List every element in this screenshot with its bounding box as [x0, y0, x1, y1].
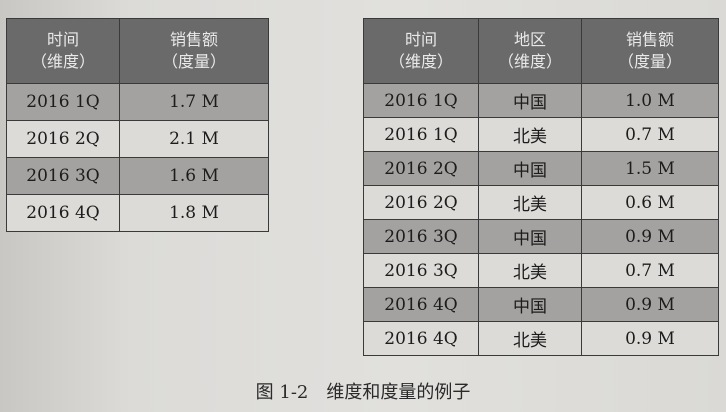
table-row: 2016 1Q 北美 0.7 M — [363, 117, 719, 152]
cell-time: 2016 3Q — [363, 219, 479, 254]
table-row: 2016 2Q 北美 0.6 M — [363, 185, 719, 220]
cell-sales: 1.8 M — [119, 194, 269, 232]
cell-time: 2016 1Q — [6, 83, 120, 121]
cell-sales: 1.5 M — [581, 151, 719, 186]
cell-time: 2016 4Q — [363, 321, 479, 356]
figure-title: 维度和度量的例子 — [326, 382, 471, 403]
header-time: 时间 （维度） — [363, 18, 479, 84]
cell-region: 中国 — [478, 219, 582, 254]
figure-caption: 图 1-2 维度和度量的例子 — [0, 378, 726, 404]
header-line: 时间 — [46, 30, 79, 49]
table-row: 2016 1Q 中国 1.0 M — [363, 83, 719, 118]
cell-sales: 0.7 M — [581, 253, 719, 288]
header-line: 时间 — [404, 30, 437, 49]
header-time: 时间 （维度） — [6, 18, 120, 84]
table-row: 2016 3Q 中国 0.9 M — [363, 219, 719, 254]
figure-number: 图 1-2 — [255, 382, 309, 403]
header-line: （度量） — [161, 52, 226, 71]
cell-region: 北美 — [478, 321, 582, 356]
cell-time: 2016 4Q — [363, 287, 479, 322]
table-row: 2016 1Q 1.7 M — [6, 83, 269, 121]
cell-sales: 1.6 M — [119, 157, 269, 195]
cell-time: 2016 3Q — [6, 157, 120, 195]
header-line: （度量） — [617, 52, 682, 71]
header-line: （维度） — [30, 52, 95, 71]
header-line: 销售额 — [169, 30, 218, 49]
time-sales-table: 时间 （维度） 销售额 （度量） 2016 1Q 1.7 M 2016 2Q 2… — [6, 18, 269, 232]
cell-time: 2016 1Q — [363, 83, 479, 118]
table-header-row: 时间 （维度） 地区 （维度） 销售额 （度量） — [363, 18, 719, 84]
header-sales: 销售额 （度量） — [119, 18, 269, 84]
header-region: 地区 （维度） — [478, 18, 582, 84]
cell-region: 中国 — [478, 151, 582, 186]
table-row: 2016 4Q 北美 0.9 M — [363, 321, 719, 356]
cell-sales: 0.6 M — [581, 185, 719, 220]
cell-region: 北美 — [478, 117, 582, 152]
cell-time: 2016 2Q — [363, 185, 479, 220]
table-row: 2016 2Q 2.1 M — [6, 120, 269, 158]
cell-region: 中国 — [478, 287, 582, 322]
table-header-row: 时间 （维度） 销售额 （度量） — [6, 18, 269, 84]
header-line: 地区 — [513, 30, 546, 49]
header-sales: 销售额 （度量） — [581, 18, 719, 84]
header-line: 销售额 — [625, 30, 674, 49]
table-row: 2016 4Q 中国 0.9 M — [363, 287, 719, 322]
table-row: 2016 4Q 1.8 M — [6, 194, 269, 232]
cell-sales: 1.0 M — [581, 83, 719, 118]
header-line: （维度） — [497, 52, 562, 71]
time-region-sales-table: 时间 （维度） 地区 （维度） 销售额 （度量） 2016 1Q 中国 1.0 … — [363, 18, 719, 356]
cell-sales: 2.1 M — [119, 120, 269, 158]
cell-sales: 0.9 M — [581, 321, 719, 356]
table-row: 2016 3Q 1.6 M — [6, 157, 269, 195]
cell-region: 北美 — [478, 185, 582, 220]
cell-region: 中国 — [478, 83, 582, 118]
cell-time: 2016 1Q — [363, 117, 479, 152]
table-row: 2016 3Q 北美 0.7 M — [363, 253, 719, 288]
header-line: （维度） — [388, 52, 453, 71]
cell-sales: 0.9 M — [581, 219, 719, 254]
cell-time: 2016 3Q — [363, 253, 479, 288]
cell-sales: 0.7 M — [581, 117, 719, 152]
cell-sales: 1.7 M — [119, 83, 269, 121]
cell-time: 2016 2Q — [6, 120, 120, 158]
cell-time: 2016 2Q — [363, 151, 479, 186]
table-row: 2016 2Q 中国 1.5 M — [363, 151, 719, 186]
cell-time: 2016 4Q — [6, 194, 120, 232]
cell-region: 北美 — [478, 253, 582, 288]
cell-sales: 0.9 M — [581, 287, 719, 322]
